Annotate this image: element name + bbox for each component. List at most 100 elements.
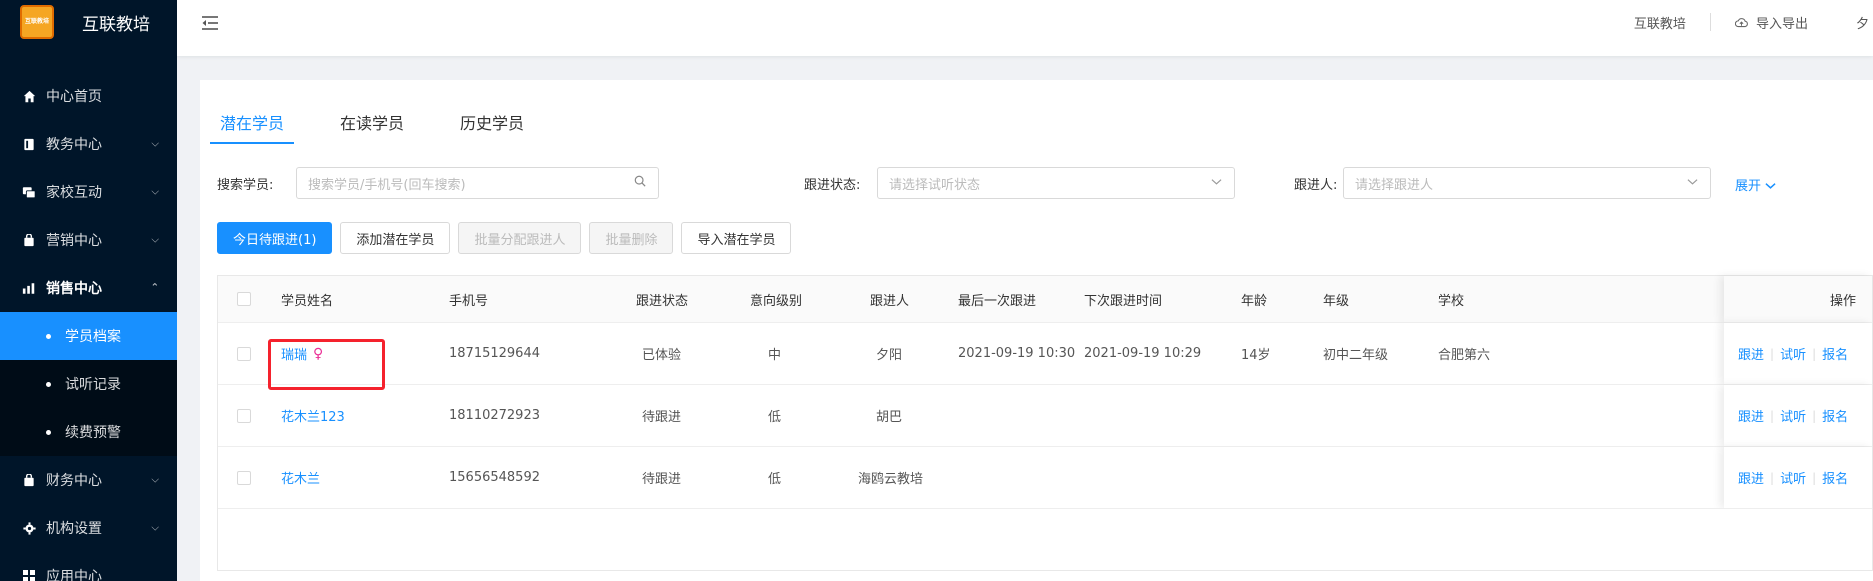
student-name-link[interactable]: 花木兰123	[281, 406, 345, 425]
select-all-checkbox[interactable]	[237, 276, 251, 322]
student-name-link[interactable]: 花木兰	[281, 468, 320, 487]
chevron-up-icon: ⌃	[150, 282, 159, 294]
sidebar-item-label: 中心首页	[46, 89, 102, 105]
phone-cell: 18715129644	[449, 346, 540, 361]
chevron-down-icon: ⌵	[151, 138, 159, 150]
enroll-link[interactable]: 报名	[1822, 468, 1848, 487]
tab-current-students[interactable]: 在读学员	[340, 100, 404, 144]
row-checkbox[interactable]	[237, 447, 251, 508]
col-phone: 手机号	[449, 293, 489, 309]
sidebar-item-home[interactable]: 中心首页	[0, 72, 177, 120]
follow-link[interactable]: 跟进	[1738, 344, 1764, 363]
ops-cell: 跟进 | 试听 | 报名	[1724, 385, 1872, 446]
table-row[interactable]: 花木兰123 18110272923 待跟进 低 胡巴 跟进 | 试听 | 报名	[218, 384, 1872, 446]
col-name: 学员姓名	[281, 293, 334, 309]
intent-cell: 低	[768, 410, 782, 425]
tab-history-students[interactable]: 历史学员	[460, 100, 524, 144]
follower-select[interactable]: 请选择跟进人	[1343, 167, 1711, 199]
logo: 互联教培	[20, 5, 54, 39]
follow-link[interactable]: 跟进	[1738, 468, 1764, 487]
col-status: 跟进状态	[636, 293, 689, 309]
op-divider: |	[1770, 346, 1775, 361]
sidebar-item-finance[interactable]: 财务中心 ⌵	[0, 456, 177, 504]
search-icon[interactable]	[634, 175, 646, 191]
sidebar-item-academic[interactable]: 教务中心 ⌵	[0, 120, 177, 168]
today-follow-button[interactable]: 今日待跟进(1)	[217, 222, 333, 254]
status-cell: 待跟进	[642, 410, 682, 425]
col-school: 学校	[1438, 293, 1465, 309]
enroll-link[interactable]: 报名	[1822, 406, 1848, 425]
student-name-cell: 瑞瑞 ♀	[281, 323, 323, 384]
brand[interactable]: 互联教培 互联教培	[0, 0, 177, 44]
batch-delete-button[interactable]: 批量删除	[589, 222, 674, 254]
sidebar-item-marketing[interactable]: 营销中心 ⌵	[0, 216, 177, 264]
sidebar-item-renewal-alert[interactable]: 续费预警	[0, 408, 177, 456]
sidebar-item-student-files[interactable]: 学员档案	[0, 312, 177, 360]
row-checkbox[interactable]	[237, 323, 251, 384]
sidebar-item-trial-records[interactable]: 试听记录	[0, 360, 177, 408]
wallet-icon	[22, 473, 36, 487]
sidebar-item-sales[interactable]: 销售中心 ⌃	[0, 264, 177, 312]
student-name-cell: 花木兰123	[281, 385, 345, 446]
cloud-icon	[1734, 17, 1752, 32]
import-potential-students-button[interactable]: 导入潜在学员	[681, 222, 792, 254]
sidebar-item-home-school[interactable]: 家校互动 ⌵	[0, 168, 177, 216]
main-card: 潜在学员 在读学员 历史学员 搜索学员: 搜索学员/手机号(回车搜索) 跟进状态…	[200, 80, 1873, 581]
bullet-icon	[46, 429, 51, 435]
sidebar-item-apps[interactable]: 应用中心	[0, 552, 177, 581]
sidebar-item-label: 学员档案	[65, 329, 121, 345]
chat-icon	[22, 185, 36, 199]
col-next-follow: 下次跟进时间	[1084, 293, 1163, 309]
chevron-down-icon	[1211, 175, 1222, 190]
follower-label: 跟进人:	[1294, 178, 1338, 193]
sidebar-item-org-settings[interactable]: 机构设置 ⌵	[0, 504, 177, 552]
students-table: 学员姓名 手机号 跟进状态 意向级别 跟进人 最后一次跟进 下次跟进时间 年龄 …	[217, 275, 1873, 571]
student-name-link[interactable]: 瑞瑞	[281, 344, 307, 363]
table-header: 学员姓名 手机号 跟进状态 意向级别 跟进人 最后一次跟进 下次跟进时间 年龄 …	[218, 276, 1872, 322]
sidebar-menu: 中心首页 教务中心 ⌵ 家校互动 ⌵ 营销中心 ⌵ 销售中心 ⌃ 学员档案 试听…	[0, 72, 177, 581]
chevron-down-icon: ⌵	[151, 234, 159, 246]
action-bar: 今日待跟进(1) 添加潜在学员 批量分配跟进人 批量删除 导入潜在学员	[217, 222, 799, 254]
user-name-truncated[interactable]: 夕	[1832, 13, 1873, 32]
table-row[interactable]: 瑞瑞 ♀ 18715129644 已体验 中 夕阳 2021-09-19 10:…	[218, 322, 1872, 384]
search-input[interactable]: 搜索学员/手机号(回车搜索)	[296, 167, 659, 199]
sidebar-item-label: 营销中心	[46, 233, 102, 249]
follow-link[interactable]: 跟进	[1738, 406, 1764, 425]
tab-potential-students[interactable]: 潜在学员	[209, 100, 295, 144]
op-divider: |	[1812, 346, 1817, 361]
col-grade: 年级	[1323, 293, 1350, 309]
menu-collapse-icon[interactable]	[201, 12, 219, 36]
bullet-icon	[46, 333, 51, 339]
status-placeholder: 请选择试听状态	[889, 177, 981, 193]
import-export-button[interactable]: 导入导出	[1711, 13, 1832, 32]
follower-cell: 海鸥云教培	[858, 472, 924, 487]
filter-bar: 搜索学员: 搜索学员/手机号(回车搜索) 跟进状态: 请选择试听状态 跟进人: …	[217, 167, 1873, 199]
row-checkbox[interactable]	[237, 385, 251, 446]
op-divider: |	[1770, 470, 1775, 485]
expand-filters-button[interactable]: 展开	[1735, 175, 1776, 194]
chevron-down-icon	[1765, 179, 1776, 194]
sales-submenu: 学员档案 试听记录 续费预警	[0, 312, 177, 456]
trial-link[interactable]: 试听	[1780, 468, 1806, 487]
add-potential-student-button[interactable]: 添加潜在学员	[340, 222, 451, 254]
op-divider: |	[1812, 408, 1817, 423]
col-last-follow: 最后一次跟进	[958, 293, 1037, 309]
col-ops-header: 操作	[1724, 276, 1872, 322]
sidebar-item-label: 续费预警	[65, 425, 121, 441]
search-label: 搜索学员:	[217, 178, 274, 193]
status-label: 跟进状态:	[804, 178, 861, 193]
table-row[interactable]: 花木兰 15656548592 待跟进 低 海鸥云教培 跟进 | 试听 | 报名	[218, 446, 1872, 508]
table-row	[218, 508, 1872, 570]
student-tabs: 潜在学员 在读学员 历史学员	[209, 100, 580, 144]
batch-assign-follower-button[interactable]: 批量分配跟进人	[458, 222, 582, 254]
trial-link[interactable]: 试听	[1780, 344, 1806, 363]
status-select[interactable]: 请选择试听状态	[877, 167, 1235, 199]
bag-icon	[22, 233, 36, 247]
trial-link[interactable]: 试听	[1780, 406, 1806, 425]
search-placeholder: 搜索学员/手机号(回车搜索)	[308, 177, 466, 193]
enroll-link[interactable]: 报名	[1822, 344, 1848, 363]
org-name[interactable]: 互联教培	[1610, 13, 1710, 32]
home-icon	[22, 89, 36, 103]
sales-icon	[22, 281, 36, 295]
chevron-down-icon: ⌵	[151, 474, 159, 486]
